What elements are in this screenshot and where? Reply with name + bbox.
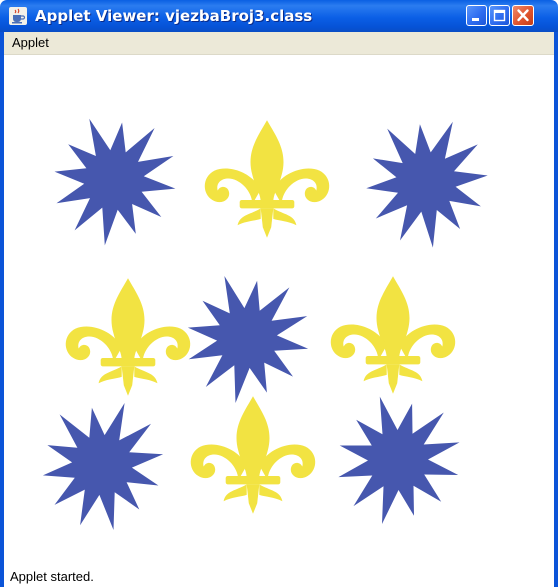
star-shape [54, 118, 176, 246]
fleur-de-lis-shape [190, 396, 316, 514]
fleur-de-lis-shape [204, 120, 330, 238]
shapes-drawing [42, 118, 488, 530]
menu-applet[interactable]: Applet [12, 35, 49, 51]
window-frame-right [554, 32, 558, 587]
status-text: Applet started. [10, 569, 94, 584]
fleur-de-lis-shape [65, 278, 191, 396]
title-bar[interactable]: Applet Viewer: vjezbaBroj3.class [0, 0, 558, 32]
star-shape [42, 403, 164, 530]
fleur-de-lis-shape [330, 276, 456, 394]
star-shape [338, 396, 460, 524]
maximize-button[interactable] [489, 5, 510, 26]
menu-bar: Applet [4, 32, 554, 55]
star-shape [366, 121, 488, 248]
star-shape [187, 276, 309, 403]
minimize-button[interactable] [466, 5, 487, 26]
window-title: Applet Viewer: vjezbaBroj3.class [35, 7, 313, 25]
close-button[interactable] [512, 5, 534, 26]
java-cup-icon[interactable] [9, 7, 27, 25]
status-bar: Applet started. [4, 565, 554, 587]
applet-viewer-window: Applet Viewer: vjezbaBroj3.class Applet … [0, 0, 558, 587]
applet-canvas[interactable] [4, 55, 554, 565]
